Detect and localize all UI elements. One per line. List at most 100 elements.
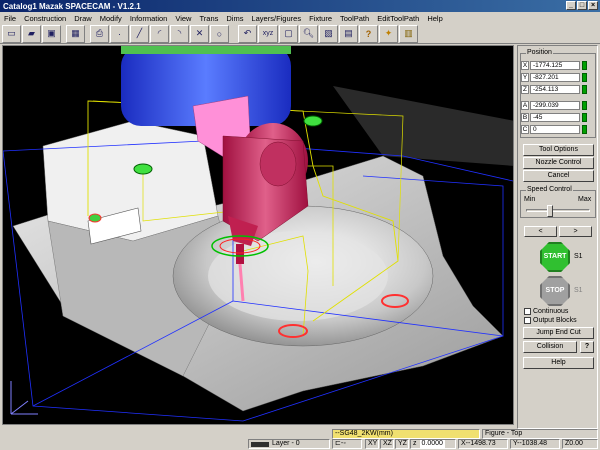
menu-bar: File Construction Draw Modify Informatio…	[0, 12, 600, 24]
menu-edittoolpath[interactable]: EditToolPath	[377, 14, 419, 23]
position-row-b: B -45	[521, 113, 587, 122]
rotate-icon[interactable]: ↶	[238, 24, 257, 43]
output-blocks-label: Output Blocks	[533, 317, 577, 324]
zoom-window-icon[interactable]: ▧	[319, 24, 338, 43]
menu-draw[interactable]: Draw	[74, 14, 92, 23]
output-blocks-checkbox[interactable]: Output Blocks	[524, 317, 577, 324]
speed-slider-thumb[interactable]	[547, 205, 554, 217]
z-depth-field[interactable]: z 0.0000	[410, 439, 456, 449]
nozzle-control-button[interactable]: Nozzle Control	[523, 157, 594, 169]
toolbar: ▭ ▰ ▣ ▦ ⎙ · ╱ ◜ ◝ ✕ ○ ↶ xyz ▢ 🔍︎ ▧ ▤ ? ✦…	[0, 24, 600, 44]
menu-file[interactable]: File	[4, 14, 16, 23]
maximize-button[interactable]: □	[577, 1, 587, 10]
help-button[interactable]: Help	[523, 357, 594, 369]
menu-toolpath[interactable]: ToolPath	[340, 14, 369, 23]
arc-icon[interactable]: ◜	[150, 24, 169, 43]
axis-value-x: -1774.125	[530, 61, 580, 70]
plane-xy-button[interactable]: XY	[365, 439, 379, 449]
control-panel: Position X -1774.125 Y -827.201 Z -254.1…	[517, 45, 598, 429]
step-back-icon: <	[538, 228, 543, 235]
circle-icon[interactable]: ○	[210, 24, 229, 43]
continuous-checkbox[interactable]: Continuous	[524, 308, 568, 315]
position-row-x: X -1774.125	[521, 61, 587, 70]
position-row-z: Z -254.113	[521, 85, 587, 94]
step-forward-button[interactable]: >	[559, 226, 592, 237]
stop-button[interactable]: STOP	[540, 276, 570, 306]
axis-label-a: A	[521, 101, 529, 110]
step-back-button[interactable]: <	[524, 226, 557, 237]
axis-indicator-y	[582, 73, 587, 82]
snap-field[interactable]: ⊏-◦	[332, 439, 362, 449]
menu-layers-figures[interactable]: Layers/Figures	[251, 14, 301, 23]
minimize-button[interactable]: _	[566, 1, 576, 10]
speed-control-title: Speed Control	[526, 186, 573, 193]
speed-min-label: Min	[524, 196, 536, 203]
collision-help-button[interactable]: ?	[580, 341, 594, 353]
menu-help[interactable]: Help	[427, 14, 442, 23]
machining-scene	[3, 46, 513, 424]
arc-tangent-icon[interactable]: ◝	[170, 24, 189, 43]
cross-icon[interactable]: ✕	[190, 24, 209, 43]
axis-value-a: -299.039	[530, 101, 580, 110]
menu-view[interactable]: View	[175, 14, 191, 23]
z-depth-label: z	[413, 440, 417, 447]
menu-trans[interactable]: Trans	[199, 14, 218, 23]
start-button[interactable]: START	[540, 242, 570, 272]
step-forward-icon: >	[573, 228, 578, 235]
window-title: Catalog1 Mazak SPACECAM - V1.2.1	[3, 1, 141, 11]
print-icon[interactable]: ⎙	[90, 24, 109, 43]
z-coordinate: Z0.00	[562, 439, 598, 449]
question-icon[interactable]: ?	[359, 24, 378, 43]
start-s1-label: S1	[574, 253, 583, 260]
position-row-y: Y -827.201	[521, 73, 587, 82]
figure-field: Figure - Top	[482, 429, 598, 439]
menu-modify[interactable]: Modify	[100, 14, 122, 23]
grid-icon[interactable]: ▦	[66, 24, 85, 43]
save-icon[interactable]: ▣	[42, 24, 61, 43]
speed-slider[interactable]	[526, 205, 590, 217]
menu-fixture[interactable]: Fixture	[309, 14, 332, 23]
help-book-icon[interactable]: ▥	[399, 24, 418, 43]
continuous-box[interactable]	[524, 308, 531, 315]
zoom-icon[interactable]: 🔍︎	[299, 24, 318, 43]
stop-s1-label: S1	[574, 287, 583, 294]
fit-icon[interactable]: ▢	[279, 24, 298, 43]
cancel-button[interactable]: Cancel	[523, 170, 594, 182]
wizard-icon[interactable]: ✦	[379, 24, 398, 43]
output-blocks-box[interactable]	[524, 317, 531, 324]
3d-viewport[interactable]	[2, 45, 514, 425]
axis-label-b: B	[521, 113, 529, 122]
start-label: START	[543, 253, 567, 260]
close-button[interactable]: ×	[588, 1, 598, 10]
axis-value-z: -254.113	[530, 85, 580, 94]
plane-xz-button[interactable]: XZ	[380, 439, 394, 449]
xyz-view-button[interactable]: xyz	[258, 24, 278, 43]
layer-icon[interactable]: ▤	[339, 24, 358, 43]
speed-control-group: Speed Control	[520, 186, 596, 218]
speed-max-label: Max	[578, 196, 592, 203]
axis-label-z: Z	[521, 85, 529, 94]
axis-indicator-b	[582, 113, 587, 122]
layer-field: Layer - 0	[248, 439, 330, 449]
snap-icon: ⊏-◦	[335, 440, 346, 447]
line-icon[interactable]: ╱	[130, 24, 149, 43]
axis-label-x: X	[521, 61, 529, 70]
jump-end-cut-button[interactable]: Jump End Cut	[523, 327, 594, 339]
menu-information[interactable]: Information	[130, 14, 168, 23]
collision-button[interactable]: Collision	[523, 341, 577, 353]
axis-value-c: 0	[530, 125, 580, 134]
xyz-label: xyz	[262, 30, 274, 37]
open-folder-icon[interactable]: ▰	[22, 24, 41, 43]
new-file-icon[interactable]: ▭	[2, 24, 21, 43]
layer-label: Layer - 0	[272, 440, 300, 447]
menu-construction[interactable]: Construction	[24, 14, 66, 23]
axis-indicator-z	[582, 85, 587, 94]
z-depth-value: 0.0000	[419, 440, 445, 448]
tool-options-button[interactable]: Tool Options	[523, 144, 594, 156]
layer-swatch	[251, 441, 269, 447]
point-icon[interactable]: ·	[110, 24, 129, 43]
plane-yz-button[interactable]: YZ	[395, 439, 409, 449]
menu-dims[interactable]: Dims	[226, 14, 243, 23]
tool-name-field: --SG48_2KW(mm)	[332, 429, 480, 439]
position-row-a: A -299.039	[521, 101, 587, 110]
